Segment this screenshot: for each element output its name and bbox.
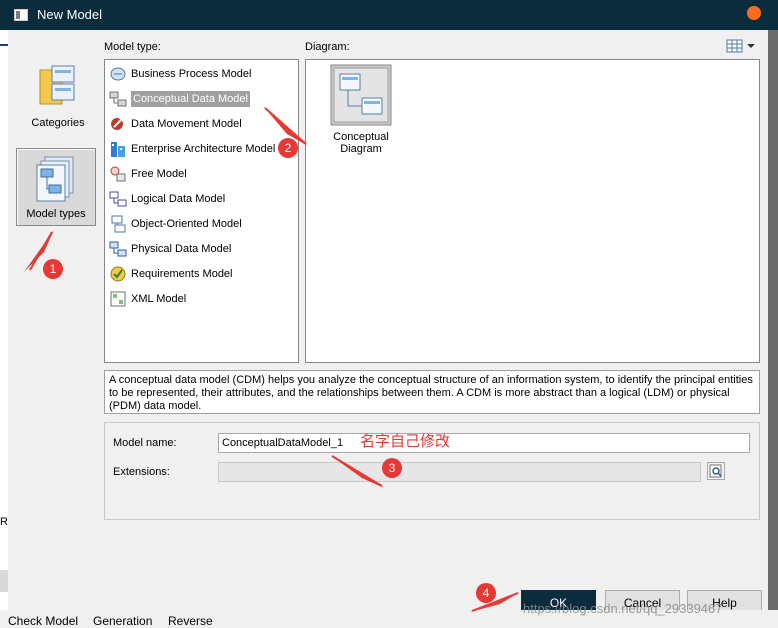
annotation-badge-3: 3 [382,458,402,478]
watermark-text: https://blog.csdn.net/qq_29339467 [523,601,723,616]
annotation-arrows [24,106,520,612]
annotation-badge-2: 2 [278,138,298,158]
annotation-badge-1: 1 [43,259,63,279]
annotation-badge-4: 4 [476,583,496,603]
annotation-note: 名字自己修改 [360,433,451,450]
